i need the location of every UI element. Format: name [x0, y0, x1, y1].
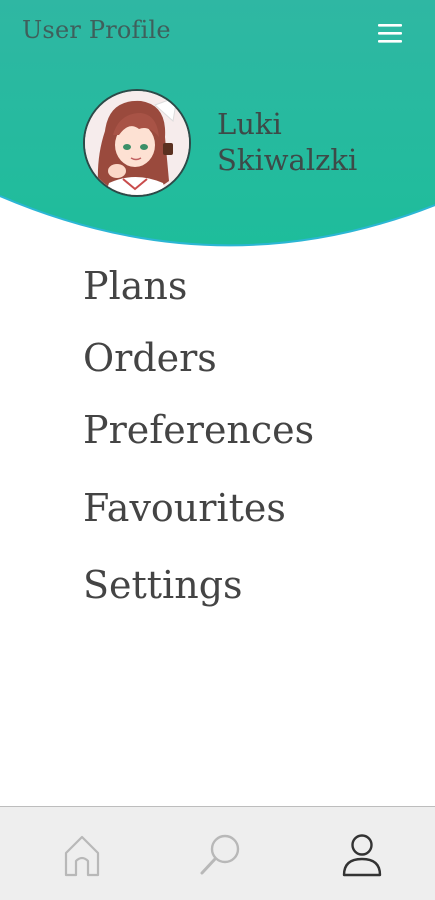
page-title: User Profile	[22, 16, 171, 44]
menu-item-settings[interactable]: Settings	[83, 563, 243, 607]
profile-header: User Profile Luki Skiwalzki	[0, 0, 435, 250]
search-icon	[200, 834, 240, 875]
home-icon	[64, 835, 100, 877]
menu-button[interactable]	[372, 18, 408, 50]
menu-item-plans[interactable]: Plans	[83, 264, 187, 308]
menu-item-favourites[interactable]: Favourites	[83, 486, 286, 530]
menu-item-preferences[interactable]: Preferences	[83, 408, 314, 452]
avatar[interactable]	[83, 89, 191, 197]
nav-search-button[interactable]	[197, 831, 245, 879]
user-icon	[342, 834, 382, 877]
user-last-name: Skiwalzki	[217, 143, 358, 177]
nav-profile-button[interactable]	[338, 831, 386, 879]
anime-girl-avatar-image	[85, 91, 189, 195]
user-first-name: Luki	[217, 107, 282, 141]
bottom-navigation	[0, 806, 435, 900]
menu-item-orders[interactable]: Orders	[83, 336, 217, 380]
nav-home-button[interactable]	[58, 831, 106, 879]
user-name: Luki Skiwalzki	[217, 106, 397, 178]
hamburger-menu-icon	[378, 24, 402, 43]
